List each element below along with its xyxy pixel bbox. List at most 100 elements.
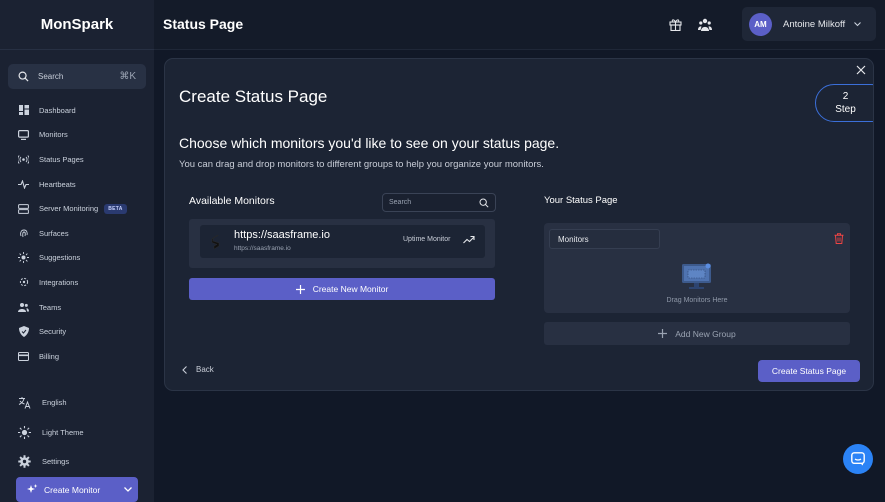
monitor-group[interactable]: Monitors Drag Monitors Here bbox=[544, 223, 850, 313]
modal-description: You can drag and drop monitors to differ… bbox=[179, 159, 544, 170]
server-icon bbox=[18, 203, 29, 214]
sidebar-item-teams[interactable]: Teams bbox=[0, 295, 154, 320]
sidebar-item-server-monitoring[interactable]: Server Monitoring BETA bbox=[0, 196, 154, 221]
broadcast-icon bbox=[18, 154, 29, 165]
monitor-icon bbox=[18, 129, 29, 140]
step-indicator: 2 Step bbox=[815, 84, 873, 122]
language-selector[interactable]: English bbox=[0, 388, 154, 418]
gift-icon[interactable] bbox=[668, 17, 682, 31]
monitor-type: Uptime Monitor bbox=[403, 236, 451, 243]
sidebar-item-monitors[interactable]: Monitors bbox=[0, 123, 154, 148]
sidebar-item-surfaces[interactable]: Surfaces bbox=[0, 221, 154, 246]
search-label: Search bbox=[38, 72, 64, 81]
drop-zone-text: Drag Monitors Here bbox=[666, 297, 728, 304]
create-monitor-button[interactable]: Create Monitor bbox=[16, 477, 138, 502]
trash-icon[interactable] bbox=[834, 233, 844, 244]
create-status-page-button[interactable]: Create Status Page bbox=[758, 360, 860, 382]
user-menu[interactable]: AM Antoine Milkoff bbox=[742, 7, 876, 41]
sidebar-item-heartbeats[interactable]: Heartbeats bbox=[0, 172, 154, 197]
sidebar-search[interactable]: Search ⌘K bbox=[8, 64, 146, 89]
search-shortcut: ⌘K bbox=[119, 71, 136, 82]
create-monitor-dropdown[interactable] bbox=[118, 477, 138, 502]
settings-label: Settings bbox=[42, 457, 70, 467]
create-monitor-label: Create Monitor bbox=[44, 484, 101, 495]
sidebar: MonSpark Search ⌘K Dashboard Monitors St… bbox=[0, 0, 154, 502]
sidebar-item-label: Server Monitoring bbox=[39, 204, 99, 214]
beta-badge: BETA bbox=[104, 203, 127, 214]
close-icon[interactable] bbox=[856, 65, 866, 75]
topbar: Status Page AM Antoine Milkoff bbox=[154, 0, 885, 50]
sidebar-item-label: Monitors bbox=[39, 130, 68, 140]
chevron-left-icon bbox=[182, 365, 187, 374]
sidebar-nav: Dashboard Monitors Status Pages Heartbea… bbox=[0, 98, 154, 369]
sparkles-icon bbox=[27, 484, 38, 493]
language-label: English bbox=[42, 398, 67, 408]
step-label: Step bbox=[835, 104, 856, 115]
back-label: Back bbox=[196, 365, 214, 374]
available-monitor-list: https://saasframe.io https://saasframe.i… bbox=[189, 219, 495, 268]
translate-icon bbox=[18, 396, 31, 409]
fingerprint-icon bbox=[18, 228, 29, 239]
sidebar-item-billing[interactable]: Billing bbox=[0, 344, 154, 369]
pulse-icon bbox=[18, 179, 29, 190]
sidebar-item-label: Teams bbox=[39, 302, 62, 312]
create-status-page-modal: Create Status Page 2 Step Choose which m… bbox=[164, 58, 874, 391]
create-new-monitor-button[interactable]: Create New Monitor bbox=[189, 278, 495, 300]
create-new-monitor-label: Create New Monitor bbox=[312, 284, 389, 294]
sidebar-bottom-nav: English Light Theme Settings bbox=[0, 388, 154, 477]
chat-icon bbox=[851, 452, 865, 466]
available-monitors-title: Available Monitors bbox=[189, 195, 275, 207]
sidebar-item-security[interactable]: Security bbox=[0, 319, 154, 344]
sidebar-item-label: Billing bbox=[39, 351, 60, 361]
user-name: Antoine Milkoff bbox=[783, 18, 846, 30]
monitor-search-input[interactable]: Search bbox=[382, 193, 496, 212]
sidebar-item-label: Security bbox=[39, 327, 67, 337]
search-icon bbox=[18, 71, 29, 82]
sidebar-item-label: Status Pages bbox=[39, 154, 84, 164]
team-icon[interactable] bbox=[698, 17, 712, 31]
sidebar-item-settings[interactable]: Settings bbox=[0, 447, 154, 477]
chevron-down-icon bbox=[854, 21, 862, 26]
sidebar-item-status-pages[interactable]: Status Pages bbox=[0, 147, 154, 172]
dashboard-icon bbox=[18, 105, 29, 116]
chevron-down-icon bbox=[124, 487, 132, 492]
shield-icon bbox=[18, 326, 29, 338]
add-new-group-label: Add New Group bbox=[675, 328, 736, 339]
avatar: AM bbox=[749, 12, 772, 36]
plus-icon bbox=[295, 284, 305, 294]
theme-toggle[interactable]: Light Theme bbox=[0, 418, 154, 448]
sidebar-item-label: Dashboard bbox=[39, 105, 76, 115]
modal-title: Create Status Page bbox=[179, 87, 328, 106]
sidebar-item-label: Heartbeats bbox=[39, 179, 76, 189]
sidebar-item-dashboard[interactable]: Dashboard bbox=[0, 98, 154, 123]
sidebar-item-suggestions[interactable]: Suggestions bbox=[0, 246, 154, 271]
saasframe-logo-icon bbox=[211, 234, 220, 250]
add-new-group-button[interactable]: Add New Group bbox=[544, 322, 850, 345]
your-status-page-title: Your Status Page bbox=[544, 195, 618, 206]
users-icon bbox=[18, 302, 29, 313]
brand-logo[interactable]: MonSpark bbox=[0, 0, 154, 50]
step-number: 2 bbox=[842, 91, 849, 102]
credit-card-icon bbox=[18, 351, 29, 362]
monitor-search-placeholder: Search bbox=[389, 199, 412, 206]
monitor-url: https://saasframe.io bbox=[234, 245, 291, 252]
gear-icon bbox=[18, 455, 31, 468]
group-name-input[interactable]: Monitors bbox=[549, 229, 660, 249]
sun-icon bbox=[18, 252, 29, 264]
monitor-card[interactable]: https://saasframe.io https://saasframe.i… bbox=[200, 225, 485, 258]
sidebar-item-label: Suggestions bbox=[39, 253, 81, 263]
page-title: Status Page bbox=[163, 16, 244, 32]
sidebar-item-label: Surfaces bbox=[39, 228, 69, 238]
monitor-illustration-icon bbox=[682, 263, 711, 289]
sun-icon bbox=[18, 425, 31, 439]
search-icon bbox=[479, 198, 489, 208]
modal-subheading: Choose which monitors you'd like to see … bbox=[179, 135, 560, 151]
trending-up-icon bbox=[463, 235, 475, 244]
sidebar-item-integrations[interactable]: Integrations bbox=[0, 270, 154, 295]
sidebar-item-label: Integrations bbox=[39, 277, 79, 287]
puzzle-icon bbox=[18, 277, 29, 288]
create-monitor-main[interactable]: Create Monitor bbox=[16, 484, 118, 495]
back-button[interactable]: Back bbox=[182, 365, 214, 374]
chat-widget-button[interactable] bbox=[843, 444, 873, 474]
plus-icon bbox=[658, 329, 668, 338]
